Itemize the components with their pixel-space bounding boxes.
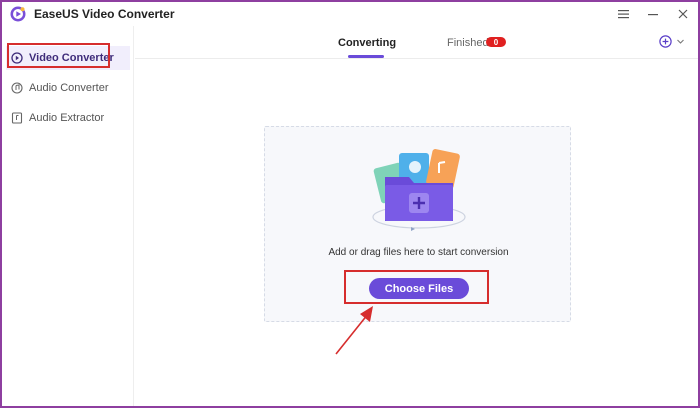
sidebar-item-label: Audio Extractor [29,112,105,124]
sidebar: Video Converter Audio Converter Audio Ex… [2,26,134,406]
app-window: EaseUS Video Converter Video Converter A… [2,2,698,406]
app-title: EaseUS Video Converter [34,7,175,21]
highlight-box-choose-files [344,270,489,304]
chevron-down-icon [677,39,684,44]
add-circle-icon [659,35,672,48]
main-content: Converting Finished 0 Add or drag files … [135,26,698,406]
highlight-box-sidebar [7,43,110,68]
close-icon [678,9,688,19]
sidebar-item-audio-extractor[interactable]: Audio Extractor [6,106,130,130]
annotation-arrow [335,306,373,355]
sidebar-item-audio-converter[interactable]: Audio Converter [6,76,130,100]
audio-converter-icon [11,82,23,94]
finished-count-badge: 0 [486,37,506,47]
close-button[interactable] [668,2,698,26]
minimize-button[interactable] [638,2,668,26]
tab-bar: Converting Finished 0 [135,26,698,59]
title-bar: EaseUS Video Converter [2,2,698,26]
active-tab-indicator [348,55,384,58]
sidebar-item-label: Audio Converter [29,82,109,94]
minimize-icon [648,14,658,16]
tab-finished[interactable]: Finished [447,37,489,49]
folder-illustration-icon [372,149,466,231]
hamburger-icon [617,10,629,19]
add-menu-button[interactable] [659,35,685,48]
menu-button[interactable] [608,2,638,26]
window-controls [608,2,698,26]
drop-hint-text: Add or drag files here to start conversi… [328,247,509,258]
app-logo-icon [10,6,26,22]
tab-converting[interactable]: Converting [338,37,396,49]
audio-extractor-icon [11,112,23,124]
